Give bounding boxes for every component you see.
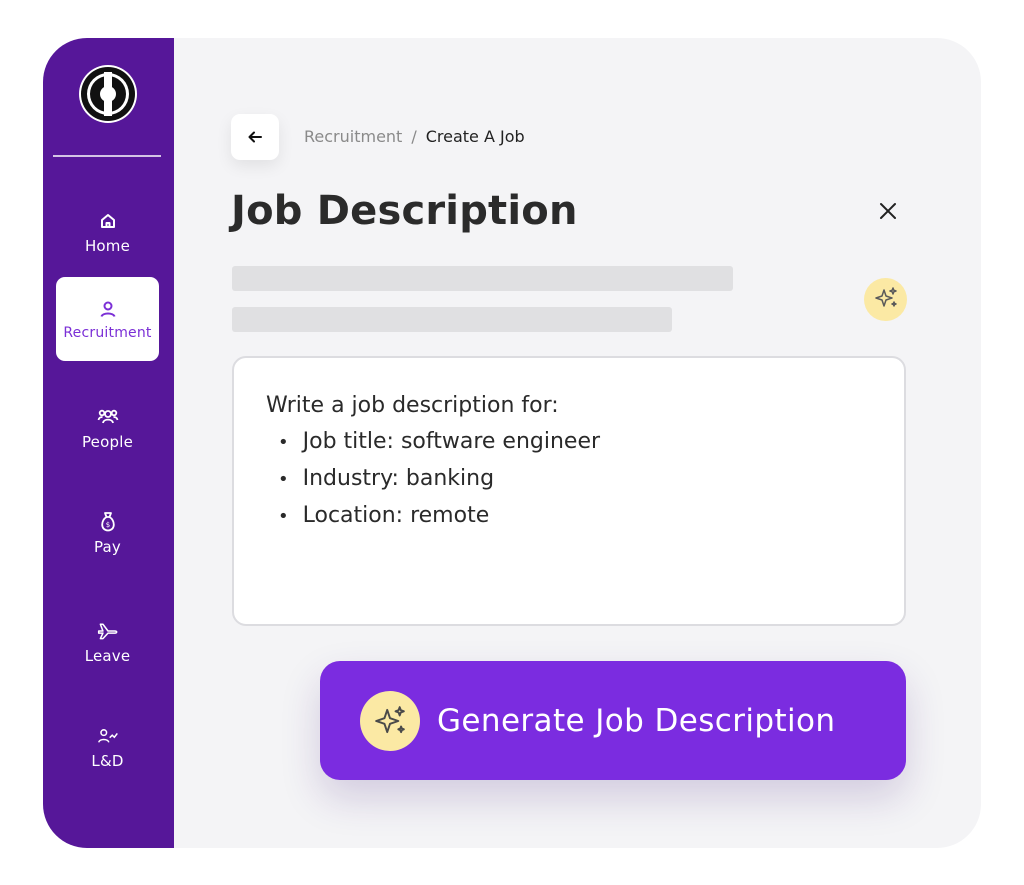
sidebar-item-label: Pay (93, 537, 122, 556)
prompt-item-industry: Industry: banking (278, 461, 872, 498)
close-button[interactable] (873, 198, 903, 228)
app-window: Home Recruitment People $ Pay Leave L&D … (43, 38, 981, 848)
breadcrumb-current: Create A Job (425, 127, 525, 146)
sidebar-item-label: Leave (84, 646, 131, 665)
skeleton-line (232, 307, 672, 332)
people-icon (97, 406, 119, 428)
generate-job-description-button[interactable]: Generate Job Description (320, 661, 906, 780)
home-icon (97, 210, 119, 232)
breadcrumb-parent[interactable]: Recruitment (304, 127, 402, 146)
ai-sparkle-button[interactable] (864, 278, 907, 321)
prompt-item-location: Location: remote (278, 498, 872, 535)
sidebar-divider (53, 155, 161, 157)
prompt-textarea[interactable]: Write a job description for: Job title: … (232, 356, 906, 626)
sidebar-item-label: L&D (91, 751, 124, 770)
sidebar-item-label: Home (84, 236, 131, 255)
sparkles-icon (360, 690, 420, 751)
learning-icon (97, 725, 119, 747)
sidebar-item-label: People (81, 432, 134, 451)
sidebar-item-learning[interactable]: L&D (56, 705, 159, 789)
svg-text:$: $ (105, 521, 109, 529)
prompt-intro: Write a job description for: (266, 393, 559, 418)
page-title: Job Description (231, 188, 578, 234)
sparkles-icon (873, 285, 899, 315)
breadcrumb-separator: / (411, 127, 417, 146)
sidebar-item-label: Recruitment (63, 324, 152, 341)
sidebar-item-recruitment[interactable]: Recruitment (56, 277, 159, 361)
prompt-item-job-title: Job title: software engineer (278, 424, 872, 461)
brand-logo[interactable] (79, 65, 137, 123)
airplane-icon (97, 620, 119, 642)
breadcrumb: Recruitment / Create A Job (304, 127, 525, 146)
generate-button-label: Generate Job Description (437, 702, 836, 739)
close-icon (879, 202, 897, 224)
sidebar-item-pay[interactable]: $ Pay (56, 491, 159, 575)
back-button[interactable] (231, 114, 279, 160)
sidebar-item-people[interactable]: People (56, 386, 159, 470)
skeleton-line (232, 266, 733, 291)
person-icon (97, 298, 119, 320)
money-bag-icon: $ (97, 511, 119, 533)
arrow-left-icon (248, 128, 262, 147)
sidebar: Home Recruitment People $ Pay Leave L&D (43, 38, 174, 848)
sidebar-item-home[interactable]: Home (56, 190, 159, 274)
sidebar-item-leave[interactable]: Leave (56, 600, 159, 684)
prompt-list: Job title: software engineer Industry: b… (266, 424, 872, 535)
